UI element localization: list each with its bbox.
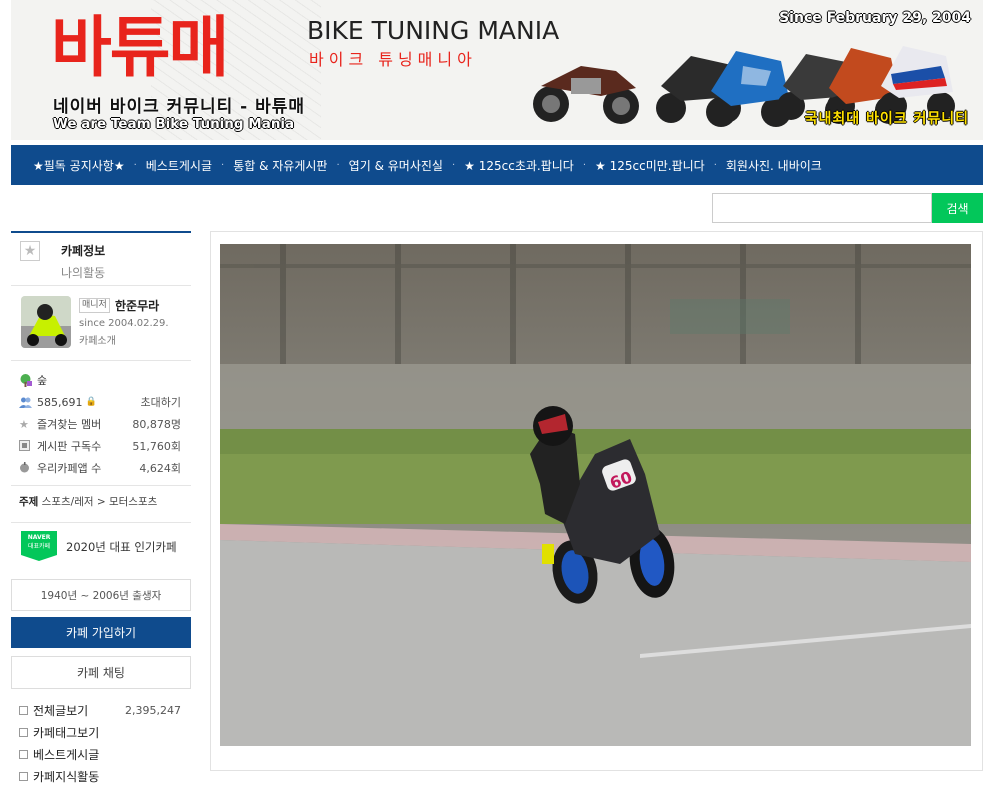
stat-row-board-subscriptions: 게시판 구독수 51,760회 <box>19 435 191 457</box>
naver-badge-bottom: 대표카페 <box>27 543 51 550</box>
stat-value: 4,624회 <box>139 462 181 475</box>
nav-separator: · <box>451 159 456 171</box>
tree-level-icon <box>19 373 32 387</box>
menu-item-best[interactable]: 베스트게시글 <box>19 743 191 765</box>
manager-name[interactable]: 한준무라 <box>115 297 159 314</box>
nav-item-best[interactable]: 베스트게시글 <box>146 157 212 174</box>
menu-item-label[interactable]: 카페지식활동 <box>33 768 99 785</box>
manager-tag: 매니저 <box>79 298 110 313</box>
nav-separator: · <box>221 159 225 171</box>
stat-row-favorite-members: ★ 즐겨찾는 멤버 80,878명 <box>19 413 191 435</box>
naver-representative-cafe: NAVER 대표카페 2020년 대표 인기카페 <box>11 523 191 573</box>
naver-badge-icon: NAVER 대표카페 <box>21 531 57 561</box>
star-icon: ★ <box>19 417 29 431</box>
cafe-level: 숲 <box>37 374 48 387</box>
cafe-topic: 주제 스포츠/레저 > 모터스포츠 <box>11 486 191 523</box>
cafe-banner[interactable]: 바튜매 네이버 바이크 커뮤니티 - 바튜매 We are Team Bike … <box>11 0 983 140</box>
nav-item-sell-under-125[interactable]: ★ 125cc미만.팝니다 <box>595 157 705 174</box>
stat-value: 51,760회 <box>132 440 181 453</box>
manager-profile: 매니저 한준무라 since 2004.02.29. 카페소개 <box>11 286 191 361</box>
menu-item-tags[interactable]: 카페태그보기 <box>19 721 191 743</box>
manager-avatar[interactable] <box>21 296 71 348</box>
naver-badge-top: NAVER <box>27 534 51 541</box>
board-icon <box>19 727 28 737</box>
banner-subtitle-kr: 네이버 바이크 커뮤니티 - 바튜매 <box>53 97 306 117</box>
board-menu: 전체글보기 2,395,247 카페태그보기 베스트게시글 카페지식활동 <box>11 699 191 787</box>
cafe-since-date: since 2004.02.29. <box>79 318 169 329</box>
board-icon <box>19 771 28 781</box>
left-sidebar: ★ 카페정보 나의활동 매니저 한준무라 since 2004.02.29. 카… <box>11 231 191 787</box>
stat-row-app-count: 우리카페앱 수 4,624회 <box>19 457 191 479</box>
banner-logo: 바튜매 <box>51 9 229 86</box>
menu-item-count: 2,395,247 <box>125 703 181 717</box>
menu-item-label[interactable]: 전체글보기 <box>33 702 88 719</box>
racing-motorcycle-image: 60 <box>220 244 971 746</box>
birth-range-box: 1940년 ~ 2006년 출생자 <box>11 579 191 611</box>
stat-label: 즐겨찾는 멤버 <box>37 418 102 431</box>
members-icon <box>19 396 32 409</box>
nav-separator: · <box>336 159 340 171</box>
board-icon <box>19 749 28 759</box>
naver-award-text[interactable]: 2020년 대표 인기카페 <box>66 539 177 555</box>
stat-value: 80,878명 <box>132 418 181 431</box>
main-banner-photo[interactable]: 60 <box>220 244 971 746</box>
nav-separator: · <box>582 159 587 171</box>
cafe-info-section: ★ 카페정보 나의활동 <box>11 233 191 286</box>
stat-label: 게시판 구독수 <box>37 440 102 453</box>
board-icon <box>19 439 32 453</box>
banner-badge: 국내최대 바이크 커뮤니티 <box>804 111 969 127</box>
menu-item-all-posts[interactable]: 전체글보기 2,395,247 <box>19 699 191 721</box>
search-button[interactable]: 검색 <box>932 193 983 223</box>
search-input[interactable] <box>712 193 932 223</box>
tab-cafe-info[interactable]: 카페정보 <box>61 242 105 259</box>
banner-since: Since February 29, 2004 <box>779 10 971 26</box>
app-icon <box>19 461 32 475</box>
banner-title-kr: 바이크 튜닝매니아 <box>309 50 477 69</box>
nav-separator: · <box>133 159 137 171</box>
lock-icon: 🔒 <box>85 397 97 407</box>
banner-subtitle-en: We are Team Bike Tuning Mania <box>53 116 295 132</box>
menu-item-knowledge[interactable]: 카페지식활동 <box>19 765 191 787</box>
nav-item-member-photos[interactable]: 회원사진. 내바이크 <box>726 157 822 174</box>
member-count[interactable]: 585,691 <box>37 396 83 409</box>
nav-item-humor[interactable]: 엽기 & 유머사진실 <box>349 157 443 174</box>
tab-my-activity[interactable]: 나의활동 <box>61 264 105 281</box>
members-row: 585,691 🔒 초대하기 <box>19 391 191 413</box>
nav-item-notice[interactable]: ★필독 공지사항★ <box>33 157 125 174</box>
favorite-star-icon[interactable]: ★ <box>20 241 40 261</box>
topic-label: 주제 <box>19 496 39 508</box>
stat-label: 우리카페앱 수 <box>37 462 102 475</box>
nav-item-free-board[interactable]: 통합 & 자유게시판 <box>233 157 327 174</box>
nav-item-sell-over-125[interactable]: ★ 125cc초과.팝니다 <box>464 157 574 174</box>
cafe-level-row: 숲 <box>19 369 191 391</box>
top-menu-bar: ★필독 공지사항★ · 베스트게시글 · 통합 & 자유게시판 · 엽기 & 유… <box>11 145 983 185</box>
menu-item-label[interactable]: 베스트게시글 <box>33 746 99 763</box>
join-cafe-button[interactable]: 카페 가입하기 <box>11 617 191 648</box>
board-icon <box>19 705 28 715</box>
cafe-intro-link[interactable]: 카페소개 <box>79 332 116 347</box>
menu-item-label[interactable]: 카페태그보기 <box>33 724 99 741</box>
invite-link[interactable]: 초대하기 <box>141 394 181 410</box>
cafe-stats: 숲 585,691 🔒 초대하기 ★ 즐겨찾는 멤버 80,878명 게시판 구… <box>11 361 191 486</box>
cafe-chat-button[interactable]: 카페 채팅 <box>11 656 191 689</box>
nav-separator: · <box>713 159 717 171</box>
topic-value[interactable]: 스포츠/레저 > 모터스포츠 <box>42 496 158 508</box>
